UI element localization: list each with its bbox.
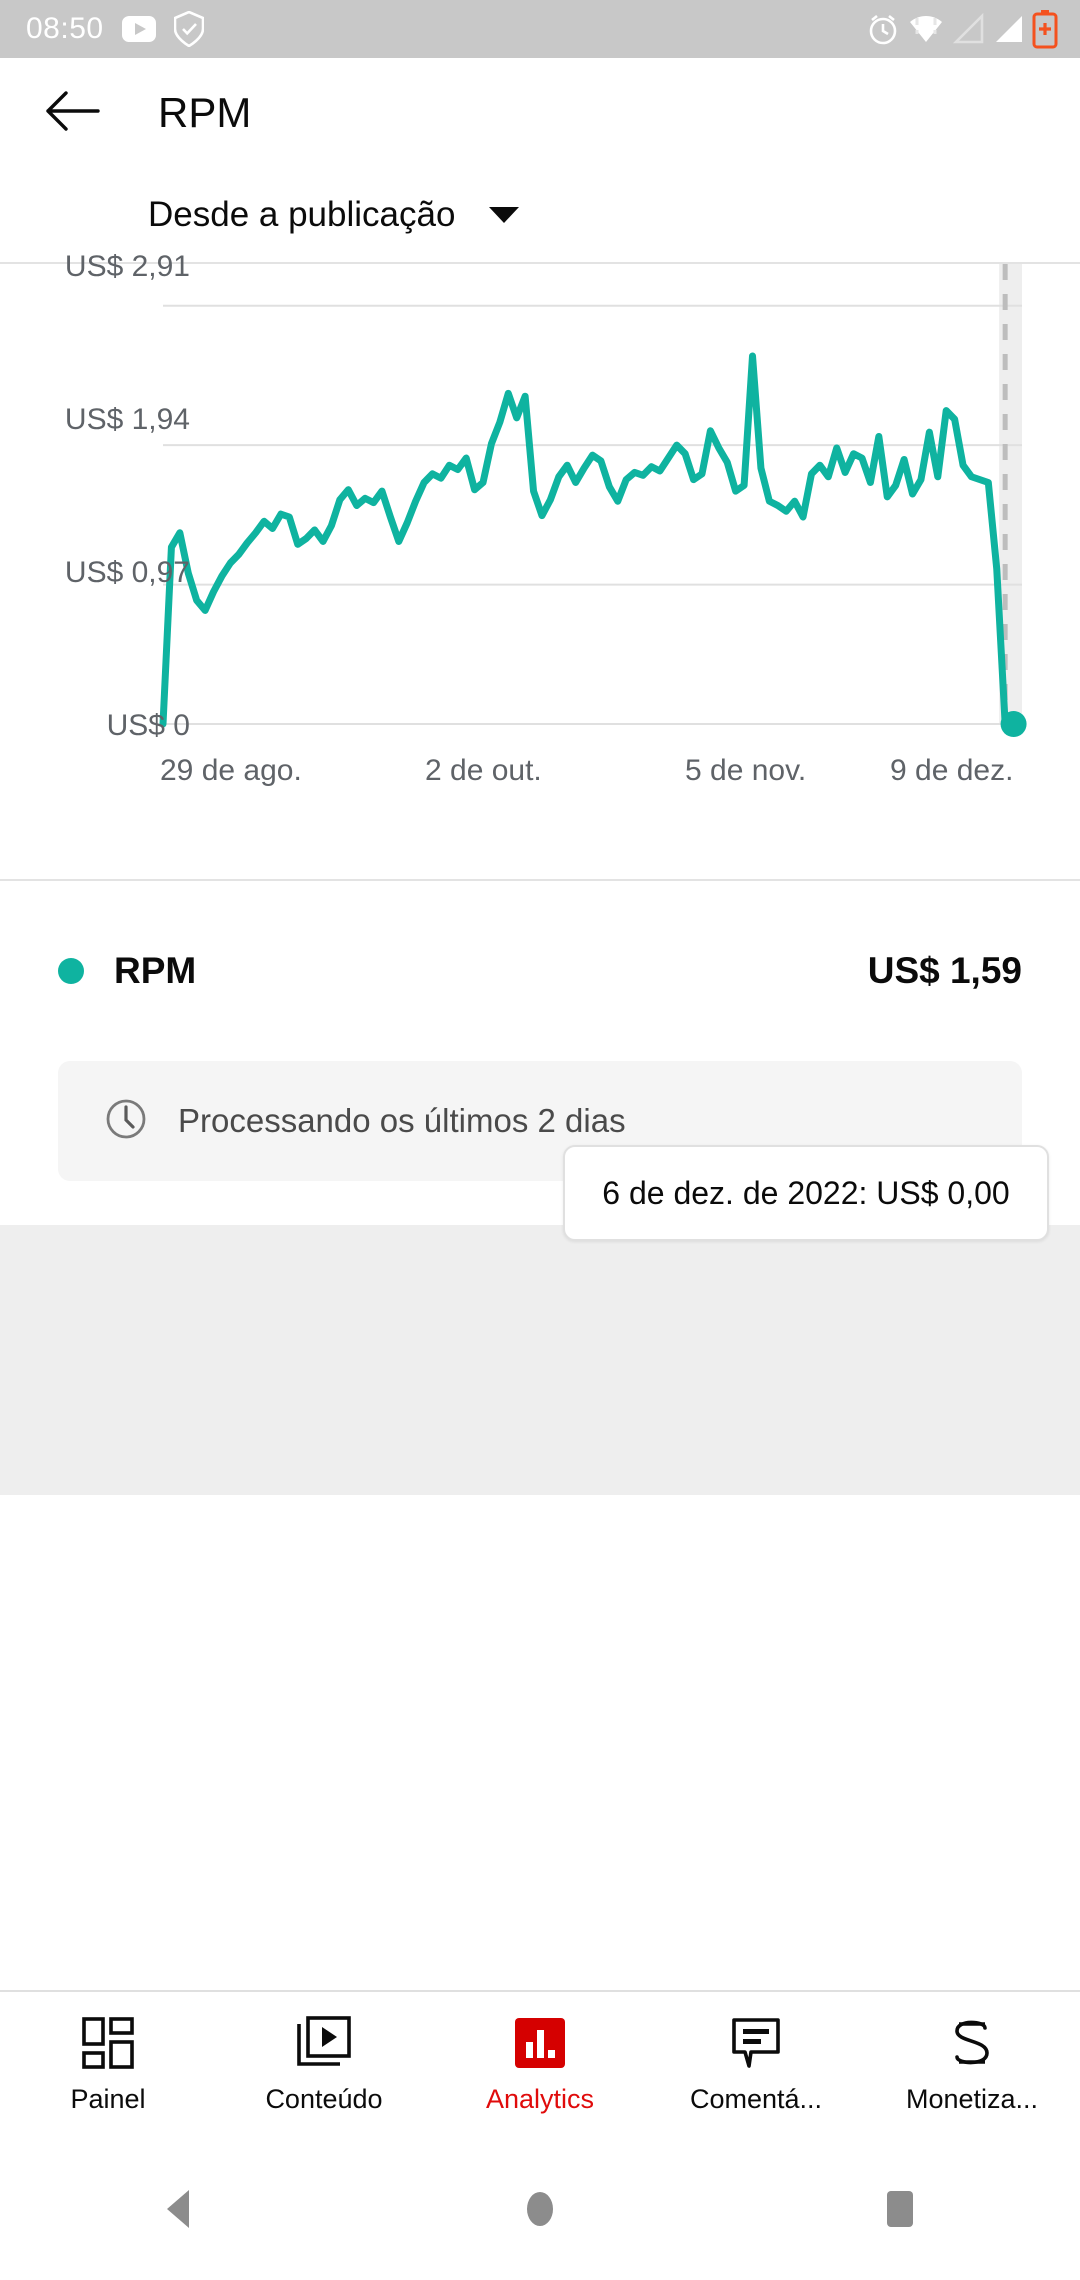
- legend-left: RPM: [58, 950, 196, 992]
- nav-item-conteudo[interactable]: Conteúdo: [216, 2015, 432, 2115]
- period-select[interactable]: Desde a publicação: [148, 195, 520, 235]
- processing-notice-text: Processando os últimos 2 dias: [178, 1102, 626, 1139]
- y-axis-label-0: US$ 2,91: [64, 250, 190, 283]
- dashboard-grid-icon: [81, 2016, 135, 2070]
- wifi-icon: [906, 12, 946, 46]
- nav-item-painel[interactable]: Painel: [0, 2016, 216, 2115]
- legend-row[interactable]: RPM US$ 1,59: [0, 881, 1080, 1061]
- x-axis-label-2: 5 de nov.: [685, 754, 807, 787]
- status-bar-left: 08:50: [26, 11, 204, 47]
- nav-label-monetizacao: Monetiza...: [905, 2083, 1039, 2114]
- chevron-down-icon: [489, 207, 520, 223]
- x-axis-label-1: 2 de out.: [425, 754, 542, 787]
- clock-icon: [104, 1097, 148, 1146]
- page-title: RPM: [158, 89, 252, 136]
- nav-label-analytics: Analytics: [485, 2083, 595, 2114]
- android-navigation-bar: [0, 2138, 1080, 2280]
- content-filler: [0, 1225, 1080, 1495]
- legend-metric-name: RPM: [114, 950, 197, 991]
- legend-metric-value: US$ 1,59: [867, 950, 1022, 991]
- comment-icon: [729, 2016, 783, 2070]
- y-axis-label-2: US$ 0,97: [64, 556, 190, 589]
- chart-tooltip: 6 de dez. de 2022: US$ 0,00: [563, 1145, 1049, 1241]
- nav-label-conteudo: Conteúdo: [265, 2083, 383, 2114]
- chart-section: US$ 2,91 US$ 1,94 US$ 0,97 US$ 0 29 de a…: [0, 250, 1080, 1241]
- signal-empty-icon: [952, 12, 986, 46]
- y-axis-label-1: US$ 1,94: [64, 403, 190, 436]
- bottom-navigation: Painel Conteúdo Analytics Comentá... Mon…: [0, 1990, 1080, 2138]
- battery-charging-icon: [1032, 9, 1058, 49]
- alarm-icon: [866, 12, 900, 46]
- period-label: Desde a publicação: [148, 195, 456, 234]
- nav-home-circle-icon[interactable]: [450, 2186, 630, 2232]
- video-stack-icon: [296, 2015, 352, 2070]
- nav-back-triangle-icon[interactable]: [90, 2186, 270, 2232]
- status-bar: 08:50: [0, 0, 1080, 58]
- nav-item-monetizacao[interactable]: Monetiza...: [864, 2016, 1080, 2115]
- bar-chart-icon: [513, 2016, 567, 2070]
- x-axis-label-3: 9 de dez.: [890, 754, 1014, 787]
- back-button[interactable]: [34, 75, 110, 151]
- signal-icon: [992, 12, 1026, 46]
- status-clock: 08:50: [26, 12, 104, 45]
- arrow-left-icon: [42, 88, 102, 139]
- app-bar: RPM: [0, 58, 1080, 168]
- y-axis-label-3: US$ 0: [106, 709, 190, 742]
- nav-label-painel: Painel: [70, 2083, 146, 2114]
- x-axis-label-0: 29 de ago.: [160, 754, 302, 787]
- dollar-icon: [947, 2016, 997, 2070]
- chart-plot-area[interactable]: US$ 2,91 US$ 1,94 US$ 0,97 US$ 0 29 de a…: [0, 250, 1080, 809]
- status-bar-right: [866, 0, 1058, 58]
- nav-item-comentarios[interactable]: Comentá...: [648, 2016, 864, 2115]
- period-selector-row: Desde a publicação: [0, 168, 1080, 262]
- nav-recents-square-icon[interactable]: [810, 2186, 990, 2232]
- nav-item-analytics[interactable]: Analytics: [432, 2016, 648, 2115]
- legend-dot-icon: [58, 958, 84, 984]
- youtube-icon: [121, 16, 156, 42]
- nav-label-comentarios: Comentá...: [689, 2083, 823, 2114]
- shield-check-icon: [173, 11, 204, 47]
